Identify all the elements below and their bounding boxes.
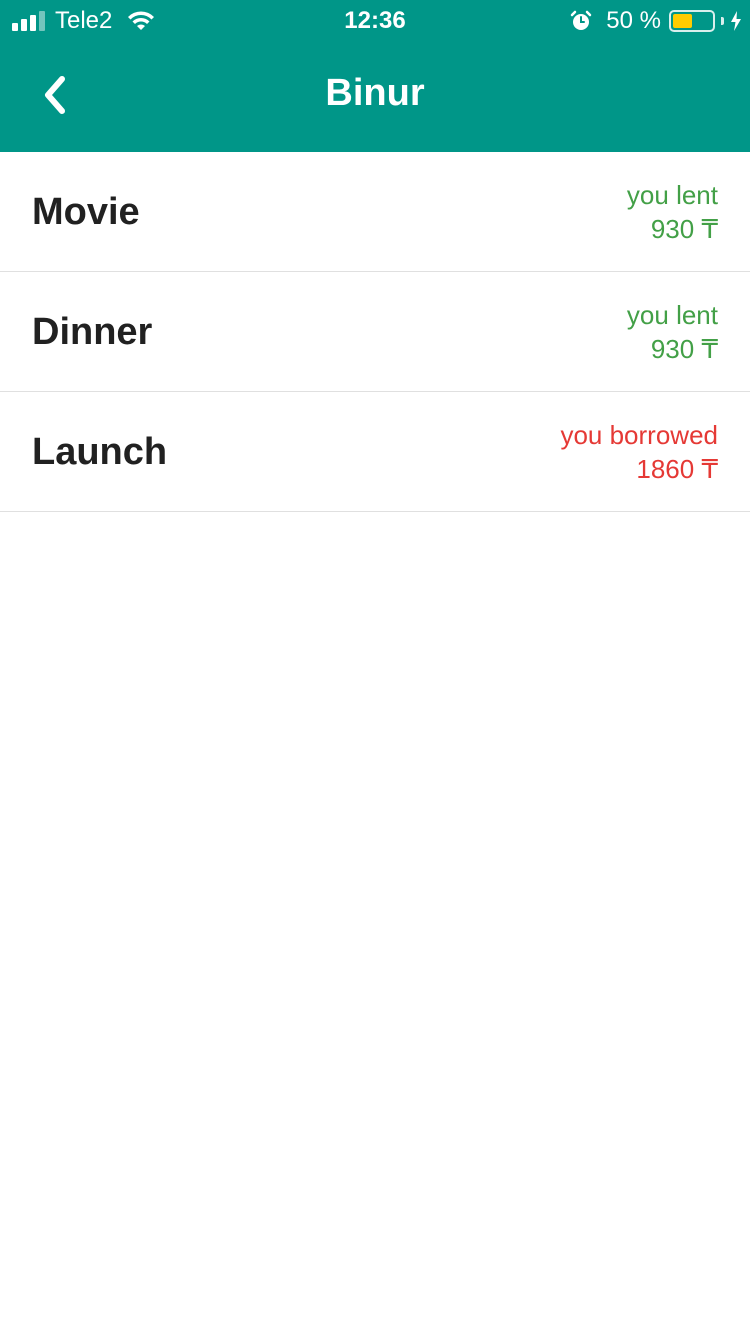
transaction-status: you lent bbox=[626, 180, 718, 210]
transaction-list: Movie you lent 930 ₸ Dinner you lent 930 ₸ Lau… bbox=[0, 152, 750, 512]
status-bar: Tele2 12:36 50 % bbox=[0, 0, 750, 40]
transaction-summary: you lent 930 ₸ bbox=[627, 298, 718, 366]
transaction-amount: 930 ₸ bbox=[650, 214, 718, 244]
transaction-status: you lent bbox=[626, 300, 718, 330]
app-header: Tele2 12:36 50 % Binur bbox=[0, 0, 750, 152]
transaction-amount: 1860 ₸ bbox=[636, 454, 718, 484]
alarm-icon bbox=[571, 10, 592, 30]
battery-tip bbox=[721, 17, 724, 25]
transaction-name: Movie bbox=[32, 191, 140, 233]
page-title: Binur bbox=[325, 72, 425, 114]
charging-bolt-icon bbox=[731, 11, 741, 31]
transaction-name: Launch bbox=[32, 431, 168, 473]
battery-percent: 50 % bbox=[606, 7, 661, 34]
transaction-name: Dinner bbox=[32, 311, 153, 353]
transaction-row[interactable]: Movie you lent 930 ₸ bbox=[0, 152, 750, 272]
battery-icon bbox=[669, 10, 715, 32]
transaction-row[interactable]: Dinner you lent 930 ₸ bbox=[0, 272, 750, 392]
transaction-amount: 930 ₸ bbox=[650, 334, 718, 364]
navigation-bar: Binur bbox=[0, 40, 750, 152]
battery-fill bbox=[673, 14, 692, 28]
transaction-status: you borrowed bbox=[560, 420, 718, 450]
transaction-summary: you lent 930 ₸ bbox=[627, 178, 718, 246]
status-right: 50 % bbox=[570, 7, 742, 35]
transaction-row[interactable]: Launch you borrowed 1860 ₸ bbox=[0, 392, 750, 512]
transaction-summary: you borrowed 1860 ₸ bbox=[560, 418, 718, 486]
